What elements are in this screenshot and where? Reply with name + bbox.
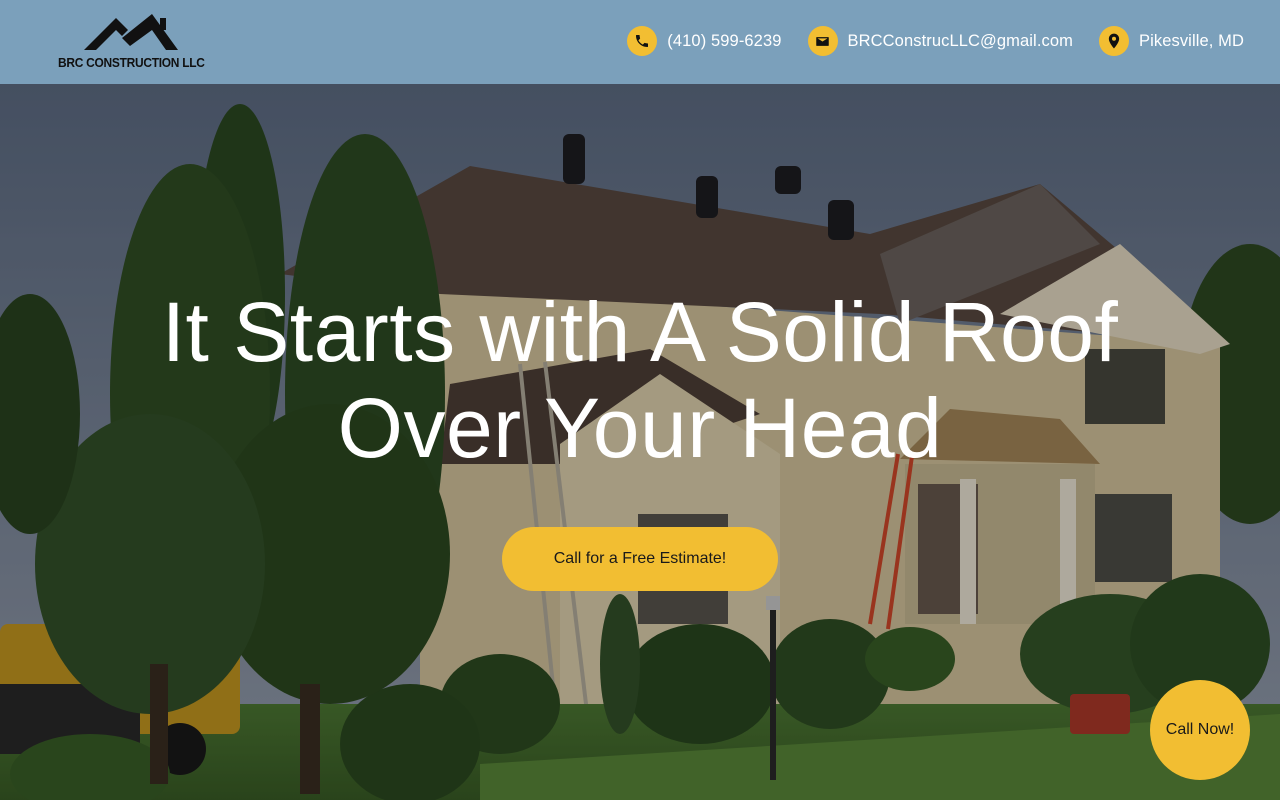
hero-title-line-1: It Starts with A Solid Roof: [161, 285, 1119, 379]
house-roof-logo-icon: [84, 14, 178, 50]
hero-title: It Starts with A Solid Roof Over Your He…: [0, 284, 1280, 476]
site-header: BRC CONSTRUCTION LLC (410) 599-6239 BRCC…: [0, 0, 1280, 84]
hero-title-line-2: Over Your Head: [337, 381, 943, 475]
email-contact[interactable]: BRCConstrucLLC@gmail.com: [807, 26, 1073, 56]
free-estimate-button[interactable]: Call for a Free Estimate!: [502, 527, 778, 591]
phone-icon: [627, 26, 658, 56]
brand-name: BRC CONSTRUCTION LLC: [58, 55, 205, 70]
hero-section: It Starts with A Solid Roof Over Your He…: [0, 84, 1280, 800]
call-now-button[interactable]: Call Now!: [1150, 680, 1250, 780]
phone-contact[interactable]: (410) 599-6239: [627, 26, 781, 56]
location-pin-icon: [1098, 26, 1129, 56]
phone-number: (410) 599-6239: [667, 31, 782, 50]
location-contact[interactable]: Pikesville, MD: [1098, 26, 1244, 56]
contact-bar: (410) 599-6239 BRCConstrucLLC@gmail.com …: [601, 26, 1244, 56]
location-text: Pikesville, MD: [1138, 31, 1244, 50]
mail-icon: [807, 26, 838, 56]
email-address: BRCConstrucLLC@gmail.com: [847, 31, 1073, 50]
brand-logo[interactable]: BRC CONSTRUCTION LLC: [58, 12, 205, 74]
